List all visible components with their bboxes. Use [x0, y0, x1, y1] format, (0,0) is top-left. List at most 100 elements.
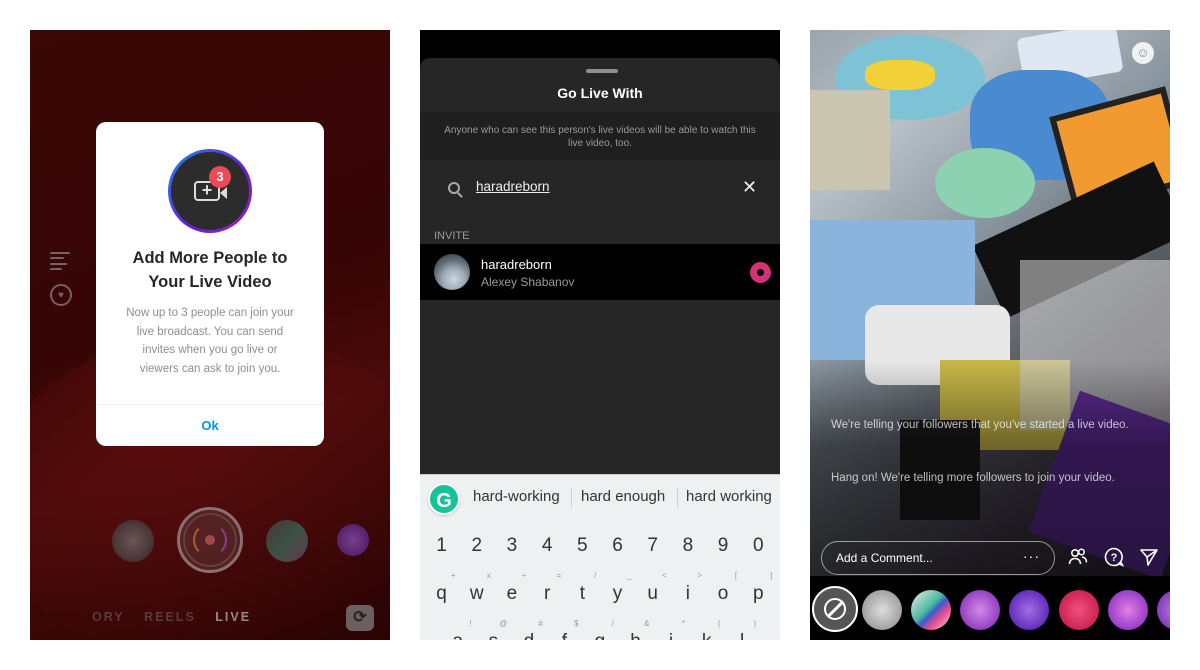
key-label: f — [562, 631, 567, 640]
key[interactable]: d# — [513, 619, 545, 640]
mode-live[interactable]: LIVE — [215, 610, 251, 624]
key[interactable]: f$ — [548, 619, 580, 640]
key-alt-label: [ — [734, 571, 738, 580]
key-label: o — [717, 583, 729, 604]
key-alt-label: & — [644, 619, 650, 628]
key-alt-label: $ — [573, 619, 579, 628]
divider — [677, 488, 678, 508]
key[interactable]: u < — [637, 571, 669, 605]
camera-flip-icon[interactable]: ⟳ — [346, 605, 374, 631]
key-label: k — [702, 631, 712, 640]
key-label: p — [752, 583, 764, 604]
grammarly-icon[interactable]: G — [428, 483, 460, 515]
sheet-note: Anyone who can see this person's live vi… — [420, 112, 780, 160]
key-row-2: a!s@d#f$g/h&j*k(l) — [420, 619, 780, 640]
sheet-grabber[interactable] — [586, 69, 618, 73]
key-alt-label: / — [594, 571, 597, 580]
effect-thumb-glitch[interactable] — [911, 590, 951, 630]
key[interactable]: 6 — [602, 535, 634, 557]
key[interactable]: q + — [426, 571, 458, 605]
key[interactable]: o[ — [707, 571, 739, 605]
no-effect-button[interactable] — [812, 586, 858, 632]
key[interactable]: 1 — [426, 535, 458, 557]
key[interactable]: g/ — [584, 619, 616, 640]
key-alt-label: ] — [770, 571, 773, 580]
system-message: Hang on! We're telling more followers to… — [831, 472, 1115, 484]
key-label: j — [669, 631, 673, 640]
key[interactable]: y _ — [602, 571, 634, 605]
key-label: d — [524, 631, 535, 640]
effect-thumb-face[interactable] — [862, 590, 902, 630]
mode-reels[interactable]: REELS — [144, 610, 196, 624]
comment-input[interactable] — [836, 551, 1006, 565]
suggestion[interactable]: hard working — [686, 488, 772, 505]
key[interactable]: l) — [726, 619, 758, 640]
key-alt-label: / — [611, 619, 614, 628]
ok-button[interactable]: Ok — [96, 405, 324, 446]
key-label: y — [612, 583, 623, 604]
key[interactable]: r = — [531, 571, 563, 605]
people-icon[interactable] — [1066, 547, 1090, 571]
key[interactable]: p] — [742, 571, 774, 605]
key-label: w — [469, 583, 484, 604]
invite-radio-button[interactable] — [750, 262, 771, 283]
key-alt-label: @ — [499, 619, 508, 628]
go-live-button[interactable] — [177, 507, 243, 573]
key[interactable]: h& — [620, 619, 652, 640]
effect-thumb-sparkle[interactable] — [1059, 590, 1099, 630]
section-label: INVITE — [434, 230, 470, 242]
key-alt-label: > — [697, 571, 702, 580]
suggestion[interactable]: hard enough — [581, 488, 665, 505]
key[interactable]: j* — [655, 619, 687, 640]
clear-icon[interactable]: ✕ — [742, 177, 757, 198]
more-icon[interactable]: ··· — [1023, 548, 1040, 564]
effect-thumb-hearts[interactable] — [1108, 590, 1148, 630]
key[interactable]: 8 — [672, 535, 704, 557]
search-icon — [448, 182, 460, 194]
key[interactable]: e ÷ — [496, 571, 528, 605]
comment-box: ··· — [821, 541, 1055, 575]
dialog-title: Add More People to Your Live Video — [132, 249, 288, 291]
key-label: h — [630, 631, 641, 640]
face-sparkle-icon[interactable]: ☺ — [1132, 42, 1154, 64]
key[interactable]: 2 — [461, 535, 493, 557]
key[interactable]: 9 — [707, 535, 739, 557]
key[interactable]: k( — [691, 619, 723, 640]
menu-lines-icon[interactable] — [50, 252, 70, 270]
suggestion[interactable]: hard-working — [473, 488, 560, 505]
go-live-with-screen: Go Live With Anyone who can see this per… — [420, 30, 780, 640]
side-toolbar: ♥ — [50, 252, 72, 306]
divider — [571, 488, 572, 508]
sticker-google-badge — [935, 148, 1035, 218]
full-name: Alexey Shabanov — [481, 275, 575, 289]
key-alt-label: ) — [753, 619, 757, 628]
search-input[interactable] — [476, 179, 726, 194]
key[interactable]: t / — [566, 571, 598, 605]
live-broadcast-screen: ☺ We're telling your followers that you'… — [810, 30, 1170, 640]
add-people-dialog: + 3 Add More People to Your Live Video N… — [96, 122, 324, 446]
effect-thumb-face[interactable] — [112, 520, 154, 562]
key-label: t — [579, 583, 585, 604]
question-bubble-icon[interactable]: ? — [1102, 547, 1126, 571]
key[interactable]: 5 — [566, 535, 598, 557]
effect-thumb-partial[interactable] — [1157, 590, 1170, 630]
keyboard: G hard-working hard enough hard working … — [420, 474, 780, 640]
effect-thumb-flower[interactable] — [960, 590, 1000, 630]
effect-thumb-egg[interactable] — [1009, 590, 1049, 630]
sticker-stamp — [810, 90, 890, 190]
key-alt-label: = — [556, 571, 562, 580]
key[interactable]: 7 — [637, 535, 669, 557]
list-item[interactable]: haradreborn Alexey Shabanov — [420, 244, 780, 300]
key[interactable]: 0 — [742, 535, 774, 557]
send-icon[interactable] — [1137, 547, 1161, 571]
key[interactable]: s@ — [477, 619, 509, 640]
key[interactable]: 3 — [496, 535, 528, 557]
effect-thumb-glitch[interactable] — [266, 520, 308, 562]
heart-coin-icon[interactable]: ♥ — [50, 284, 72, 306]
key[interactable]: i > — [672, 571, 704, 605]
mode-story[interactable]: ORY — [92, 610, 125, 624]
key[interactable]: 4 — [531, 535, 563, 557]
effect-thumb-purple[interactable] — [337, 524, 369, 556]
key[interactable]: wx — [461, 571, 493, 605]
key[interactable]: a! — [442, 619, 474, 640]
